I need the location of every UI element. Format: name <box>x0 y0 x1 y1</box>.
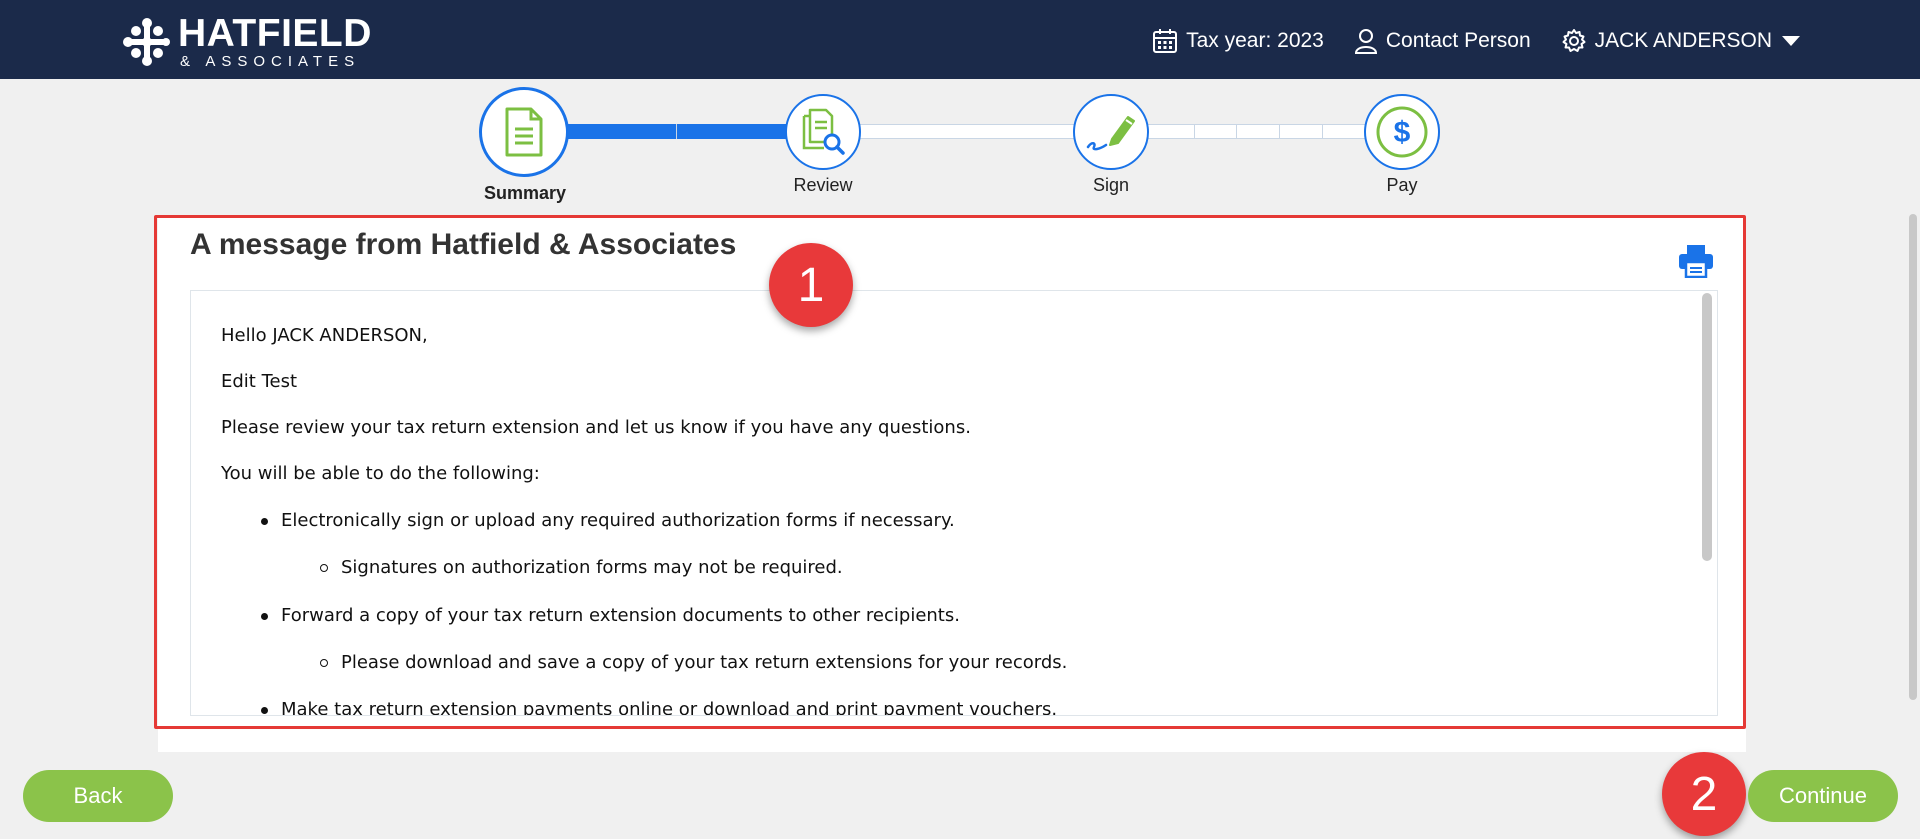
highlight-frame <box>154 215 1746 729</box>
gear-icon <box>1562 29 1586 52</box>
step-summary[interactable] <box>479 87 569 177</box>
contact-person-link[interactable]: Contact Person <box>1354 28 1531 54</box>
step-badge-2: 2 <box>1662 752 1746 836</box>
step-pay-label: Pay <box>1386 175 1418 195</box>
step-review-label: Review <box>793 175 853 195</box>
svg-text:$: $ <box>1394 116 1411 149</box>
progress-tick <box>1194 124 1195 139</box>
top-nav: Tax year: 2023 Contact Person JACK ANDER… <box>1122 28 1800 54</box>
document-icon <box>505 107 543 157</box>
brand-name: HATFIELD <box>178 12 372 55</box>
person-icon <box>1354 29 1377 54</box>
contact-person-label: Contact Person <box>1385 29 1531 52</box>
step-review[interactable] <box>785 94 861 170</box>
review-document-icon <box>802 108 845 155</box>
tax-year-selector[interactable]: Tax year: 2023 <box>1152 28 1324 54</box>
tax-year-label: Tax year: 2023 <box>1186 29 1324 52</box>
step-summary-label: Summary <box>483 183 567 203</box>
progress-tick <box>676 124 677 139</box>
user-name-label: JACK ANDERSON <box>1594 29 1772 52</box>
progress-tick <box>1322 124 1323 139</box>
pen-sign-icon <box>1086 116 1135 151</box>
chevron-down-icon <box>1782 36 1800 46</box>
user-menu[interactable]: JACK ANDERSON <box>1561 28 1800 54</box>
step-badge-1: 1 <box>769 243 853 327</box>
brand-subtitle: & ASSOCIATES <box>180 53 361 70</box>
calendar-icon <box>1153 29 1178 53</box>
dollar-icon: $ <box>1376 106 1428 158</box>
top-bar: HATFIELD & ASSOCIATES Tax year: 2023 Con… <box>0 0 1920 79</box>
back-button[interactable]: Back <box>23 770 173 822</box>
step-sign[interactable] <box>1073 94 1149 170</box>
progress-tick <box>1236 124 1237 139</box>
step-pay[interactable]: $ <box>1364 94 1440 170</box>
hatfield-logo[interactable]: HATFIELD & ASSOCIATES <box>122 14 372 69</box>
logo-mark-icon <box>123 17 170 66</box>
page-scrollbar[interactable] <box>1909 214 1917 700</box>
continue-button[interactable]: Continue <box>1748 770 1898 822</box>
progress-stepper: Summary Review Sign $ Pay <box>0 79 1920 209</box>
step-sign-label: Sign <box>1092 175 1130 195</box>
progress-tick <box>1279 124 1280 139</box>
